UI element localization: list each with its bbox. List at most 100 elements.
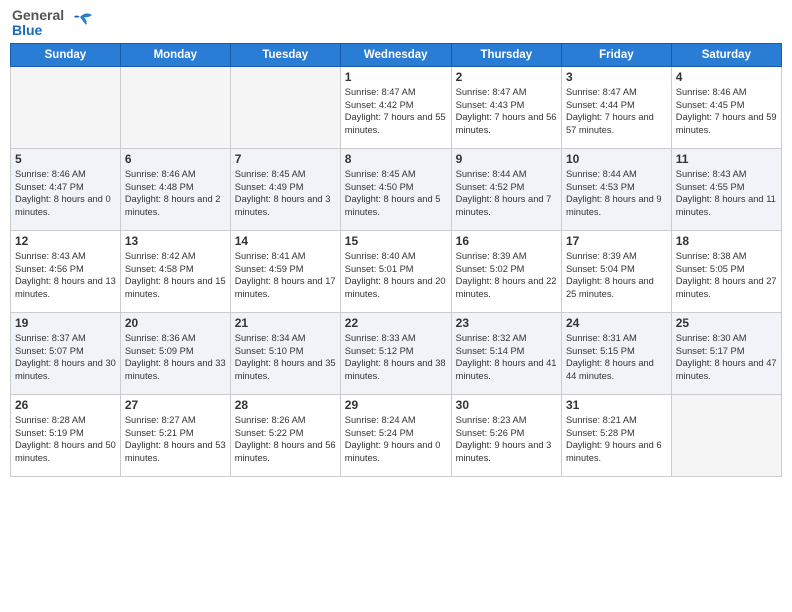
day-info: Sunrise: 8:39 AM Sunset: 5:04 PM Dayligh… [566,250,667,301]
day-info: Sunrise: 8:23 AM Sunset: 5:26 PM Dayligh… [456,414,557,465]
day-cell: 25 Sunrise: 8:30 AM Sunset: 5:17 PM Dayli… [671,312,781,394]
day-info: Sunrise: 8:46 AM Sunset: 4:45 PM Dayligh… [676,86,777,137]
day-cell: 11 Sunrise: 8:43 AM Sunset: 4:55 PM Dayli… [671,148,781,230]
day-number: 20 [125,316,226,330]
day-number: 31 [566,398,667,412]
day-info: Sunrise: 8:38 AM Sunset: 5:05 PM Dayligh… [676,250,777,301]
day-number: 9 [456,152,557,166]
day-number: 5 [15,152,116,166]
day-number: 26 [15,398,116,412]
day-cell: 26 Sunrise: 8:28 AM Sunset: 5:19 PM Dayli… [11,394,121,476]
day-cell: 21 Sunrise: 8:34 AM Sunset: 5:10 PM Dayli… [230,312,340,394]
day-number: 14 [235,234,336,248]
day-info: Sunrise: 8:42 AM Sunset: 4:58 PM Dayligh… [125,250,226,301]
day-number: 10 [566,152,667,166]
day-cell: 18 Sunrise: 8:38 AM Sunset: 5:05 PM Dayli… [671,230,781,312]
day-cell: 30 Sunrise: 8:23 AM Sunset: 5:26 PM Dayli… [451,394,561,476]
day-number: 16 [456,234,557,248]
logo: General Blue [12,8,94,39]
day-info: Sunrise: 8:27 AM Sunset: 5:21 PM Dayligh… [125,414,226,465]
day-number: 28 [235,398,336,412]
day-cell: 4 Sunrise: 8:46 AM Sunset: 4:45 PM Daylig… [671,66,781,148]
day-number: 3 [566,70,667,84]
day-info: Sunrise: 8:39 AM Sunset: 5:02 PM Dayligh… [456,250,557,301]
day-number: 27 [125,398,226,412]
day-cell: 12 Sunrise: 8:43 AM Sunset: 4:56 PM Dayli… [11,230,121,312]
day-number: 25 [676,316,777,330]
day-info: Sunrise: 8:30 AM Sunset: 5:17 PM Dayligh… [676,332,777,383]
day-cell: 5 Sunrise: 8:46 AM Sunset: 4:47 PM Daylig… [11,148,121,230]
day-info: Sunrise: 8:31 AM Sunset: 5:15 PM Dayligh… [566,332,667,383]
day-cell: 19 Sunrise: 8:37 AM Sunset: 5:07 PM Dayli… [11,312,121,394]
day-cell: 2 Sunrise: 8:47 AM Sunset: 4:43 PM Daylig… [451,66,561,148]
day-number: 19 [15,316,116,330]
day-number: 12 [15,234,116,248]
day-number: 6 [125,152,226,166]
day-cell [230,66,340,148]
day-info: Sunrise: 8:24 AM Sunset: 5:24 PM Dayligh… [345,414,447,465]
day-number: 24 [566,316,667,330]
day-number: 4 [676,70,777,84]
day-header-thursday: Thursday [451,43,561,66]
day-cell: 31 Sunrise: 8:21 AM Sunset: 5:28 PM Dayli… [561,394,671,476]
day-number: 30 [456,398,557,412]
day-number: 8 [345,152,447,166]
day-number: 23 [456,316,557,330]
day-info: Sunrise: 8:41 AM Sunset: 4:59 PM Dayligh… [235,250,336,301]
day-info: Sunrise: 8:37 AM Sunset: 5:07 PM Dayligh… [15,332,116,383]
calendar-wrapper: SundayMondayTuesdayWednesdayThursdayFrid… [8,43,784,477]
day-header-monday: Monday [120,43,230,66]
day-number: 2 [456,70,557,84]
calendar-table: SundayMondayTuesdayWednesdayThursdayFrid… [10,43,782,477]
day-info: Sunrise: 8:26 AM Sunset: 5:22 PM Dayligh… [235,414,336,465]
day-info: Sunrise: 8:32 AM Sunset: 5:14 PM Dayligh… [456,332,557,383]
day-info: Sunrise: 8:46 AM Sunset: 4:48 PM Dayligh… [125,168,226,219]
day-header-sunday: Sunday [11,43,121,66]
day-cell: 23 Sunrise: 8:32 AM Sunset: 5:14 PM Dayli… [451,312,561,394]
day-cell: 9 Sunrise: 8:44 AM Sunset: 4:52 PM Daylig… [451,148,561,230]
day-number: 22 [345,316,447,330]
day-info: Sunrise: 8:44 AM Sunset: 4:52 PM Dayligh… [456,168,557,219]
day-info: Sunrise: 8:28 AM Sunset: 5:19 PM Dayligh… [15,414,116,465]
day-info: Sunrise: 8:43 AM Sunset: 4:55 PM Dayligh… [676,168,777,219]
day-cell: 15 Sunrise: 8:40 AM Sunset: 5:01 PM Dayli… [340,230,451,312]
day-info: Sunrise: 8:47 AM Sunset: 4:43 PM Dayligh… [456,86,557,137]
day-cell: 27 Sunrise: 8:27 AM Sunset: 5:21 PM Dayli… [120,394,230,476]
day-number: 21 [235,316,336,330]
day-number: 11 [676,152,777,166]
day-info: Sunrise: 8:47 AM Sunset: 4:42 PM Dayligh… [345,86,447,137]
day-number: 18 [676,234,777,248]
day-info: Sunrise: 8:44 AM Sunset: 4:53 PM Dayligh… [566,168,667,219]
day-number: 29 [345,398,447,412]
day-number: 1 [345,70,447,84]
day-number: 7 [235,152,336,166]
day-header-friday: Friday [561,43,671,66]
day-info: Sunrise: 8:46 AM Sunset: 4:47 PM Dayligh… [15,168,116,219]
day-cell: 29 Sunrise: 8:24 AM Sunset: 5:24 PM Dayli… [340,394,451,476]
day-info: Sunrise: 8:36 AM Sunset: 5:09 PM Dayligh… [125,332,226,383]
day-cell [11,66,121,148]
day-cell: 24 Sunrise: 8:31 AM Sunset: 5:15 PM Dayli… [561,312,671,394]
day-info: Sunrise: 8:47 AM Sunset: 4:44 PM Dayligh… [566,86,667,137]
day-cell [120,66,230,148]
day-cell: 1 Sunrise: 8:47 AM Sunset: 4:42 PM Daylig… [340,66,451,148]
day-cell [671,394,781,476]
day-info: Sunrise: 8:40 AM Sunset: 5:01 PM Dayligh… [345,250,447,301]
logo-blue: Blue [12,23,64,38]
day-info: Sunrise: 8:21 AM Sunset: 5:28 PM Dayligh… [566,414,667,465]
logo-bird-icon [66,9,94,37]
day-cell: 8Sunrise: 8:45 AM Sunset: 4:50 PM Daylig… [340,148,451,230]
day-header-saturday: Saturday [671,43,781,66]
day-cell: 7 Sunrise: 8:45 AM Sunset: 4:49 PM Daylig… [230,148,340,230]
day-info: Sunrise: 8:43 AM Sunset: 4:56 PM Dayligh… [15,250,116,301]
day-cell: 20 Sunrise: 8:36 AM Sunset: 5:09 PM Dayli… [120,312,230,394]
day-header-wednesday: Wednesday [340,43,451,66]
day-cell: 22Sunrise: 8:33 AM Sunset: 5:12 PM Dayli… [340,312,451,394]
day-info: Sunrise: 8:34 AM Sunset: 5:10 PM Dayligh… [235,332,336,383]
day-cell: 10 Sunrise: 8:44 AM Sunset: 4:53 PM Dayli… [561,148,671,230]
logo-general: General [12,8,64,23]
day-cell: 16 Sunrise: 8:39 AM Sunset: 5:02 PM Dayli… [451,230,561,312]
day-cell: 28 Sunrise: 8:26 AM Sunset: 5:22 PM Dayli… [230,394,340,476]
day-info: Sunrise: 8:45 AM Sunset: 4:49 PM Dayligh… [235,168,336,219]
day-number: 15 [345,234,447,248]
